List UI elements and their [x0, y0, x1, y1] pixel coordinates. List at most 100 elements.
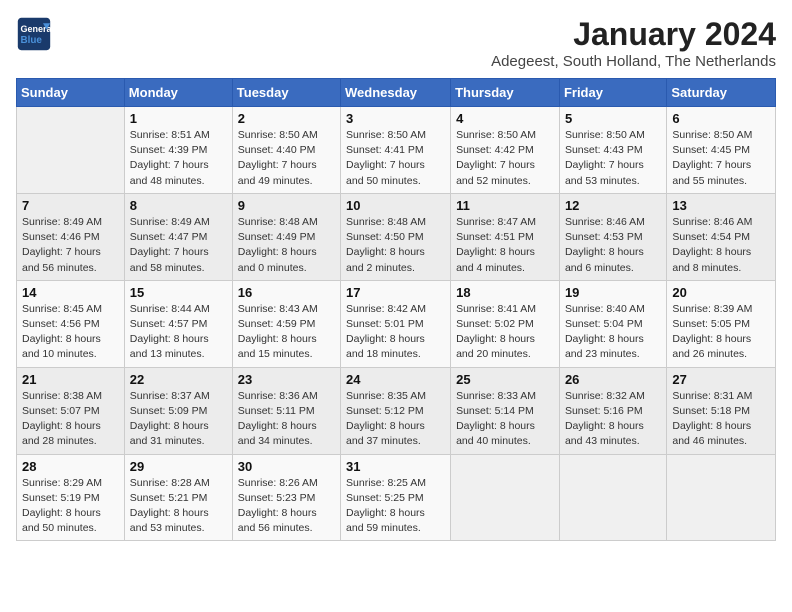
- day-number: 4: [456, 111, 554, 126]
- calendar-cell: 22Sunrise: 8:37 AMSunset: 5:09 PMDayligh…: [124, 367, 232, 454]
- day-info: Sunrise: 8:44 AMSunset: 4:57 PMDaylight:…: [130, 302, 227, 363]
- day-info: Sunrise: 8:50 AMSunset: 4:40 PMDaylight:…: [238, 128, 335, 189]
- calendar-cell: 10 Sunrise: 8:48 AMSunset: 4:50 PMDayligh…: [341, 193, 451, 280]
- day-number: 25: [456, 372, 554, 387]
- logo: General Blue: [16, 16, 56, 52]
- day-info: Sunrise: 8:50 AMSunset: 4:42 PMDaylight:…: [456, 128, 554, 189]
- day-number: 2: [238, 111, 335, 126]
- calendar-cell: 14Sunrise: 8:45 AMSunset: 4:56 PMDayligh…: [17, 280, 125, 367]
- calendar-cell: 16 Sunrise: 8:43 AMSunset: 4:59 PMDayligh…: [232, 280, 340, 367]
- day-number: 11: [456, 198, 554, 213]
- day-number: 16: [238, 285, 335, 300]
- calendar-cell: 19Sunrise: 8:40 AMSunset: 5:04 PMDayligh…: [559, 280, 666, 367]
- weekday-header-friday: Friday: [559, 79, 666, 107]
- day-info: Sunrise: 8:38 AMSunset: 5:07 PMDaylight:…: [22, 389, 119, 450]
- calendar-cell: 17Sunrise: 8:42 AMSunset: 5:01 PMDayligh…: [341, 280, 451, 367]
- calendar-cell: 28Sunrise: 8:29 AMSunset: 5:19 PMDayligh…: [17, 454, 125, 541]
- location: Adegeest, South Holland, The Netherlands: [491, 53, 776, 70]
- calendar-cell: [667, 454, 776, 541]
- day-info: Sunrise: 8:51 AMSunset: 4:39 PMDaylight:…: [130, 128, 227, 189]
- day-info: Sunrise: 8:26 AMSunset: 5:23 PMDaylight:…: [238, 476, 335, 537]
- day-info: Sunrise: 8:50 AMSunset: 4:45 PMDaylight:…: [672, 128, 770, 189]
- calendar-cell: 9Sunrise: 8:48 AMSunset: 4:49 PMDaylight…: [232, 193, 340, 280]
- day-number: 24: [346, 372, 445, 387]
- weekday-header-monday: Monday: [124, 79, 232, 107]
- calendar-cell: 20 Sunrise: 8:39 AMSunset: 5:05 PMDayligh…: [667, 280, 776, 367]
- weekday-header-row: SundayMondayTuesdayWednesdayThursdayFrid…: [17, 79, 776, 107]
- calendar-cell: 2 Sunrise: 8:50 AMSunset: 4:40 PMDaylight…: [232, 107, 340, 194]
- calendar-cell: 25 Sunrise: 8:33 AMSunset: 5:14 PMDayligh…: [451, 367, 560, 454]
- day-number: 29: [130, 459, 227, 474]
- calendar-cell: 21 Sunrise: 8:38 AMSunset: 5:07 PMDayligh…: [17, 367, 125, 454]
- day-number: 28: [22, 459, 119, 474]
- day-info: Sunrise: 8:49 AMSunset: 4:47 PMDaylight:…: [130, 215, 227, 276]
- day-number: 21: [22, 372, 119, 387]
- day-info: Sunrise: 8:46 AMSunset: 4:53 PMDaylight:…: [565, 215, 661, 276]
- svg-text:Blue: Blue: [21, 35, 43, 46]
- day-info: Sunrise: 8:37 AMSunset: 5:09 PMDaylight:…: [130, 389, 227, 450]
- day-info: Sunrise: 8:48 AMSunset: 4:49 PMDaylight:…: [238, 215, 335, 276]
- day-info: Sunrise: 8:47 AMSunset: 4:51 PMDaylight:…: [456, 215, 554, 276]
- day-info: Sunrise: 8:31 AMSunset: 5:18 PMDaylight:…: [672, 389, 770, 450]
- day-info: Sunrise: 8:46 AMSunset: 4:54 PMDaylight:…: [672, 215, 770, 276]
- weekday-header-thursday: Thursday: [451, 79, 560, 107]
- calendar-cell: [559, 454, 666, 541]
- day-info: Sunrise: 8:43 AMSunset: 4:59 PMDaylight:…: [238, 302, 335, 363]
- calendar-cell: 23 Sunrise: 8:36 AMSunset: 5:11 PMDayligh…: [232, 367, 340, 454]
- day-number: 1: [130, 111, 227, 126]
- calendar-cell: 3Sunrise: 8:50 AMSunset: 4:41 PMDaylight…: [341, 107, 451, 194]
- calendar-body: 1 Sunrise: 8:51 AMSunset: 4:39 PMDaylight…: [17, 107, 776, 541]
- calendar-cell: 5Sunrise: 8:50 AMSunset: 4:43 PMDaylight…: [559, 107, 666, 194]
- weekday-header-saturday: Saturday: [667, 79, 776, 107]
- day-number: 12: [565, 198, 661, 213]
- day-info: Sunrise: 8:25 AMSunset: 5:25 PMDaylight:…: [346, 476, 445, 537]
- day-number: 23: [238, 372, 335, 387]
- calendar-cell: [17, 107, 125, 194]
- calendar-cell: [451, 454, 560, 541]
- calendar-cell: 18 Sunrise: 8:41 AMSunset: 5:02 PMDayligh…: [451, 280, 560, 367]
- calendar-cell: 7Sunrise: 8:49 AMSunset: 4:46 PMDaylight…: [17, 193, 125, 280]
- day-number: 26: [565, 372, 661, 387]
- day-number: 6: [672, 111, 770, 126]
- calendar-cell: 29 Sunrise: 8:28 AMSunset: 5:21 PMDayligh…: [124, 454, 232, 541]
- day-info: Sunrise: 8:50 AMSunset: 4:41 PMDaylight:…: [346, 128, 445, 189]
- weekday-header-wednesday: Wednesday: [341, 79, 451, 107]
- week-row-5: 28Sunrise: 8:29 AMSunset: 5:19 PMDayligh…: [17, 454, 776, 541]
- day-number: 20: [672, 285, 770, 300]
- day-number: 15: [130, 285, 227, 300]
- week-row-1: 1 Sunrise: 8:51 AMSunset: 4:39 PMDaylight…: [17, 107, 776, 194]
- calendar-cell: 31 Sunrise: 8:25 AMSunset: 5:25 PMDayligh…: [341, 454, 451, 541]
- day-number: 8: [130, 198, 227, 213]
- day-info: Sunrise: 8:33 AMSunset: 5:14 PMDaylight:…: [456, 389, 554, 450]
- day-info: Sunrise: 8:50 AMSunset: 4:43 PMDaylight:…: [565, 128, 661, 189]
- calendar-cell: 27 Sunrise: 8:31 AMSunset: 5:18 PMDayligh…: [667, 367, 776, 454]
- day-number: 27: [672, 372, 770, 387]
- weekday-header-sunday: Sunday: [17, 79, 125, 107]
- week-row-2: 7Sunrise: 8:49 AMSunset: 4:46 PMDaylight…: [17, 193, 776, 280]
- day-number: 31: [346, 459, 445, 474]
- day-info: Sunrise: 8:28 AMSunset: 5:21 PMDaylight:…: [130, 476, 227, 537]
- calendar-cell: 1 Sunrise: 8:51 AMSunset: 4:39 PMDaylight…: [124, 107, 232, 194]
- calendar-cell: 8 Sunrise: 8:49 AMSunset: 4:47 PMDaylight…: [124, 193, 232, 280]
- logo-icon: General Blue: [16, 16, 52, 52]
- header: General Blue January 2024 Adegeest, Sout…: [16, 16, 776, 70]
- day-info: Sunrise: 8:49 AMSunset: 4:46 PMDaylight:…: [22, 215, 119, 276]
- day-info: Sunrise: 8:42 AMSunset: 5:01 PMDaylight:…: [346, 302, 445, 363]
- week-row-3: 14Sunrise: 8:45 AMSunset: 4:56 PMDayligh…: [17, 280, 776, 367]
- calendar-cell: 13 Sunrise: 8:46 AMSunset: 4:54 PMDayligh…: [667, 193, 776, 280]
- day-info: Sunrise: 8:48 AMSunset: 4:50 PMDaylight:…: [346, 215, 445, 276]
- day-info: Sunrise: 8:39 AMSunset: 5:05 PMDaylight:…: [672, 302, 770, 363]
- calendar-cell: 24Sunrise: 8:35 AMSunset: 5:12 PMDayligh…: [341, 367, 451, 454]
- calendar-cell: 6 Sunrise: 8:50 AMSunset: 4:45 PMDaylight…: [667, 107, 776, 194]
- week-row-4: 21 Sunrise: 8:38 AMSunset: 5:07 PMDayligh…: [17, 367, 776, 454]
- calendar-table: SundayMondayTuesdayWednesdayThursdayFrid…: [16, 78, 776, 541]
- title-area: January 2024 Adegeest, South Holland, Th…: [491, 16, 776, 70]
- calendar-cell: 15 Sunrise: 8:44 AMSunset: 4:57 PMDayligh…: [124, 280, 232, 367]
- day-number: 13: [672, 198, 770, 213]
- day-number: 18: [456, 285, 554, 300]
- day-number: 10: [346, 198, 445, 213]
- day-number: 19: [565, 285, 661, 300]
- day-info: Sunrise: 8:41 AMSunset: 5:02 PMDaylight:…: [456, 302, 554, 363]
- calendar-header: SundayMondayTuesdayWednesdayThursdayFrid…: [17, 79, 776, 107]
- day-info: Sunrise: 8:36 AMSunset: 5:11 PMDaylight:…: [238, 389, 335, 450]
